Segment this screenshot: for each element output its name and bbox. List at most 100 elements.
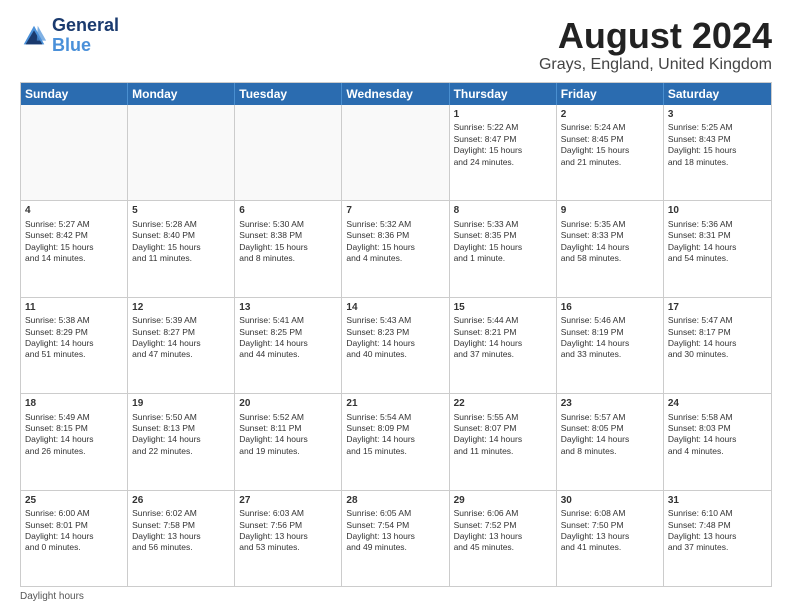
- day-number: 27: [239, 494, 337, 508]
- cell-info-line: Daylight: 14 hours: [346, 434, 444, 445]
- calendar-cell: 3Sunrise: 5:25 AMSunset: 8:43 PMDaylight…: [664, 105, 771, 200]
- cell-info-line: Daylight: 14 hours: [454, 434, 552, 445]
- day-number: 13: [239, 301, 337, 315]
- calendar-cell: 18Sunrise: 5:49 AMSunset: 8:15 PMDayligh…: [21, 394, 128, 489]
- day-number: 14: [346, 301, 444, 315]
- cell-info-line: Sunrise: 5:43 AM: [346, 315, 444, 326]
- cell-info-line: Daylight: 13 hours: [239, 531, 337, 542]
- cell-info-line: Sunrise: 5:35 AM: [561, 219, 659, 230]
- day-number: 24: [668, 397, 767, 411]
- cell-info-line: Daylight: 14 hours: [25, 434, 123, 445]
- cell-info-line: Sunrise: 6:00 AM: [25, 508, 123, 519]
- cell-info-line: and 49 minutes.: [346, 542, 444, 553]
- cell-info-line: Daylight: 13 hours: [454, 531, 552, 542]
- cell-info-line: Daylight: 14 hours: [132, 434, 230, 445]
- cell-info-line: Sunrise: 5:39 AM: [132, 315, 230, 326]
- cell-info-line: Sunrise: 5:55 AM: [454, 412, 552, 423]
- cell-info-line: Daylight: 13 hours: [346, 531, 444, 542]
- cell-info-line: Daylight: 15 hours: [454, 145, 552, 156]
- cell-info-line: Sunrise: 6:10 AM: [668, 508, 767, 519]
- cell-info-line: Sunrise: 5:38 AM: [25, 315, 123, 326]
- cell-info-line: and 26 minutes.: [25, 446, 123, 457]
- cell-info-line: Sunrise: 5:46 AM: [561, 315, 659, 326]
- cell-info-line: Sunrise: 5:32 AM: [346, 219, 444, 230]
- cell-info-line: Sunset: 7:54 PM: [346, 520, 444, 531]
- cell-info-line: Daylight: 14 hours: [132, 338, 230, 349]
- calendar-week-row: 18Sunrise: 5:49 AMSunset: 8:15 PMDayligh…: [21, 394, 771, 490]
- cell-info-line: Sunrise: 5:49 AM: [25, 412, 123, 423]
- calendar-cell: 27Sunrise: 6:03 AMSunset: 7:56 PMDayligh…: [235, 491, 342, 586]
- cell-info-line: Sunrise: 5:58 AM: [668, 412, 767, 423]
- cell-info-line: Sunset: 7:58 PM: [132, 520, 230, 531]
- cell-info-line: and 1 minute.: [454, 253, 552, 264]
- calendar-cell: 16Sunrise: 5:46 AMSunset: 8:19 PMDayligh…: [557, 298, 664, 393]
- day-number: 23: [561, 397, 659, 411]
- cell-info-line: Daylight: 14 hours: [561, 434, 659, 445]
- day-number: 31: [668, 494, 767, 508]
- day-number: 28: [346, 494, 444, 508]
- day-number: 21: [346, 397, 444, 411]
- day-number: 22: [454, 397, 552, 411]
- cell-info-line: Daylight: 13 hours: [561, 531, 659, 542]
- cell-info-line: Daylight: 15 hours: [346, 242, 444, 253]
- cell-info-line: and 15 minutes.: [346, 446, 444, 457]
- cell-info-line: Sunrise: 5:36 AM: [668, 219, 767, 230]
- cell-info-line: Daylight: 14 hours: [668, 338, 767, 349]
- cell-info-line: Daylight: 15 hours: [25, 242, 123, 253]
- cell-info-line: Daylight: 14 hours: [346, 338, 444, 349]
- day-number: 2: [561, 108, 659, 122]
- calendar-cell: 20Sunrise: 5:52 AMSunset: 8:11 PMDayligh…: [235, 394, 342, 489]
- day-number: 4: [25, 204, 123, 218]
- day-number: 15: [454, 301, 552, 315]
- cell-info-line: and 47 minutes.: [132, 349, 230, 360]
- cell-info-line: Sunset: 8:40 PM: [132, 230, 230, 241]
- cell-info-line: Sunrise: 5:25 AM: [668, 122, 767, 133]
- cell-info-line: and 51 minutes.: [25, 349, 123, 360]
- calendar-week-row: 1Sunrise: 5:22 AMSunset: 8:47 PMDaylight…: [21, 105, 771, 201]
- calendar-week-row: 11Sunrise: 5:38 AMSunset: 8:29 PMDayligh…: [21, 298, 771, 394]
- cell-info-line: Sunrise: 5:41 AM: [239, 315, 337, 326]
- cell-info-line: Sunset: 8:17 PM: [668, 327, 767, 338]
- cell-info-line: Sunset: 8:01 PM: [25, 520, 123, 531]
- calendar-cell: 7Sunrise: 5:32 AMSunset: 8:36 PMDaylight…: [342, 201, 449, 296]
- cell-info-line: and 30 minutes.: [668, 349, 767, 360]
- cell-info-line: Sunset: 8:43 PM: [668, 134, 767, 145]
- day-number: 10: [668, 204, 767, 218]
- day-number: 18: [25, 397, 123, 411]
- cell-info-line: Daylight: 15 hours: [132, 242, 230, 253]
- cell-info-line: and 18 minutes.: [668, 157, 767, 168]
- cell-info-line: and 45 minutes.: [454, 542, 552, 553]
- cell-info-line: and 44 minutes.: [239, 349, 337, 360]
- calendar-cell: [235, 105, 342, 200]
- calendar-week-row: 25Sunrise: 6:00 AMSunset: 8:01 PMDayligh…: [21, 491, 771, 586]
- day-number: 7: [346, 204, 444, 218]
- cell-info-line: Sunset: 8:15 PM: [25, 423, 123, 434]
- calendar-cell: 11Sunrise: 5:38 AMSunset: 8:29 PMDayligh…: [21, 298, 128, 393]
- calendar-day-header: Friday: [557, 83, 664, 105]
- cell-info-line: Sunset: 8:03 PM: [668, 423, 767, 434]
- cell-info-line: Sunset: 8:21 PM: [454, 327, 552, 338]
- cell-info-line: Sunset: 8:33 PM: [561, 230, 659, 241]
- day-number: 26: [132, 494, 230, 508]
- calendar-cell: 23Sunrise: 5:57 AMSunset: 8:05 PMDayligh…: [557, 394, 664, 489]
- calendar-cell: 19Sunrise: 5:50 AMSunset: 8:13 PMDayligh…: [128, 394, 235, 489]
- day-number: 30: [561, 494, 659, 508]
- cell-info-line: and 33 minutes.: [561, 349, 659, 360]
- cell-info-line: and 37 minutes.: [454, 349, 552, 360]
- cell-info-line: Daylight: 15 hours: [668, 145, 767, 156]
- day-number: 19: [132, 397, 230, 411]
- cell-info-line: and 4 minutes.: [346, 253, 444, 264]
- cell-info-line: Daylight: 14 hours: [668, 434, 767, 445]
- calendar-cell: 12Sunrise: 5:39 AMSunset: 8:27 PMDayligh…: [128, 298, 235, 393]
- calendar-day-header: Tuesday: [235, 83, 342, 105]
- calendar-cell: 15Sunrise: 5:44 AMSunset: 8:21 PMDayligh…: [450, 298, 557, 393]
- cell-info-line: Sunrise: 5:22 AM: [454, 122, 552, 133]
- calendar-cell: 5Sunrise: 5:28 AMSunset: 8:40 PMDaylight…: [128, 201, 235, 296]
- cell-info-line: Sunset: 8:29 PM: [25, 327, 123, 338]
- cell-info-line: Sunrise: 5:57 AM: [561, 412, 659, 423]
- cell-info-line: Daylight: 14 hours: [239, 338, 337, 349]
- cell-info-line: Daylight: 14 hours: [25, 531, 123, 542]
- cell-info-line: Sunrise: 5:54 AM: [346, 412, 444, 423]
- logo: General Blue: [20, 16, 119, 56]
- calendar-header: SundayMondayTuesdayWednesdayThursdayFrid…: [21, 83, 771, 105]
